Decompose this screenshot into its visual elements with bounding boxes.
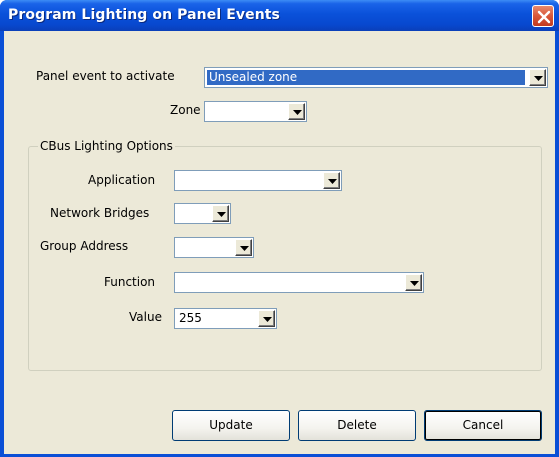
function-dropdown[interactable] (174, 272, 424, 293)
zone-dropdown-button[interactable] (288, 103, 305, 120)
delete-button[interactable]: Delete (298, 410, 416, 441)
value-dropdown[interactable]: 255 (174, 308, 277, 329)
function-selected-value (177, 275, 181, 290)
application-dropdown[interactable] (174, 170, 342, 191)
chevron-down-icon (240, 246, 249, 251)
zone-selected-value (207, 104, 211, 119)
close-icon (537, 10, 551, 24)
network-bridges-label: Network Bridges (50, 206, 150, 220)
chevron-down-icon (328, 179, 337, 184)
chevron-down-icon (534, 76, 543, 81)
dialog-client-area: Panel event to activate Unsealed zone Zo… (4, 31, 555, 454)
group-address-selected-value (177, 240, 181, 255)
cbus-options-title: CBus Lighting Options (38, 139, 175, 153)
application-label: Application (88, 173, 156, 187)
value-selected-value: 255 (179, 311, 202, 325)
chevron-down-icon (217, 212, 226, 217)
title-bar[interactable]: Program Lighting on Panel Events (0, 0, 559, 31)
network-bridges-dropdown[interactable] (174, 203, 231, 224)
panel-event-label: Panel event to activate (36, 69, 175, 83)
group-address-label: Group Address (40, 239, 129, 253)
panel-event-dropdown[interactable]: Unsealed zone (204, 67, 548, 88)
group-address-dropdown-button[interactable] (235, 239, 252, 256)
chevron-down-icon (410, 281, 419, 286)
update-button[interactable]: Update (172, 410, 290, 441)
chevron-down-icon (293, 110, 302, 115)
chevron-down-icon (263, 317, 272, 322)
dialog-window: Program Lighting on Panel Events Panel e… (0, 0, 559, 457)
network-bridges-dropdown-button[interactable] (212, 205, 229, 222)
zone-label: Zone (170, 103, 201, 117)
function-label: Function (104, 275, 156, 289)
cancel-button[interactable]: Cancel (424, 410, 542, 441)
function-dropdown-button[interactable] (405, 274, 422, 291)
zone-dropdown[interactable] (204, 101, 307, 122)
application-selected-value (177, 173, 181, 188)
panel-event-dropdown-button[interactable] (529, 69, 546, 86)
network-bridges-selected-value (177, 206, 181, 221)
window-title: Program Lighting on Panel Events (8, 7, 280, 23)
value-label: Value (129, 310, 162, 324)
close-button[interactable] (532, 5, 554, 27)
value-dropdown-button[interactable] (258, 310, 275, 327)
application-dropdown-button[interactable] (323, 172, 340, 189)
group-address-dropdown[interactable] (174, 237, 254, 258)
panel-event-selected-value: Unsealed zone (207, 70, 525, 85)
